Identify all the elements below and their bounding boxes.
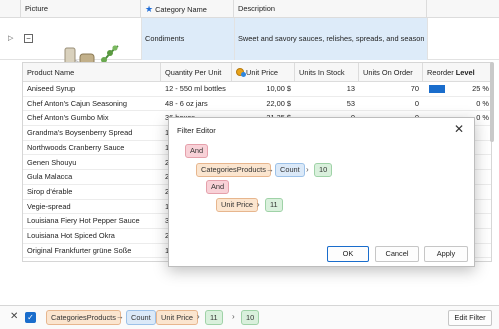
column-header-quantity-per-unit[interactable]: Quantity Per Unit: [161, 63, 232, 82]
column-header-unit-price-label: Unit Price: [246, 68, 279, 77]
value-11[interactable]: 11: [265, 198, 283, 212]
coin-icon: [236, 68, 246, 77]
column-header-description[interactable]: Description: [234, 0, 427, 18]
table-row[interactable]: Aniseed Syrup 12 - 550 ml bottles 10,00 $ 1…: [23, 82, 491, 97]
filter-token-value-10[interactable]: 10: [241, 310, 260, 325]
column-header-unit-price[interactable]: Unit Price: [232, 63, 295, 82]
table-row[interactable]: Chef Anton's Cajun Seasoning 48 - 6 oz ja…: [23, 97, 491, 112]
clear-filter-icon[interactable]: ✕: [10, 312, 18, 322]
column-header-units-in-stock[interactable]: Units In Stock: [295, 63, 359, 82]
master-row[interactable]: ▷ − Condiments Sweet and savory sauces, …: [0, 18, 499, 71]
product-name-cell: Vegie-spread: [27, 201, 71, 211]
product-name-cell: Grandma's Boysenberry Spread: [27, 128, 133, 138]
product-name-cell: Gula Malacca: [27, 172, 73, 182]
product-name-cell: Louisiana Hot Spiced Okra: [27, 231, 115, 240]
column-header-units-on-order[interactable]: Units On Order: [359, 63, 423, 82]
row-divider: [141, 18, 142, 60]
arrow-icon: →: [266, 165, 274, 174]
column-header-product-name[interactable]: Product Name: [23, 63, 161, 82]
value-10[interactable]: 10: [314, 163, 333, 177]
units-in-stock-cell: 13: [346, 84, 355, 93]
units-in-stock-cell: 53: [346, 98, 355, 108]
description-cell: Sweet and savory sauces, relishes, sprea…: [238, 34, 424, 43]
aggregate-count[interactable]: Count: [275, 163, 305, 177]
field-unit-price[interactable]: Unit Price: [216, 198, 259, 212]
master-header: Picture ★ Category Name Description: [0, 0, 499, 18]
row-divider: [234, 18, 235, 60]
chevron-right-icon: ›: [257, 200, 260, 209]
arrow-icon: →: [116, 312, 124, 321]
detail-header: Product Name Quantity Per Unit Unit Pric…: [23, 63, 491, 82]
unit-price-cell: 22,00 $: [266, 98, 291, 108]
filter-editor-dialog: Filter Editor ✕ And CategoriesProducts →…: [168, 117, 475, 267]
column-header-level-label: Level: [455, 68, 475, 77]
apply-button[interactable]: Apply: [424, 246, 468, 262]
filter-token-value-11[interactable]: 11: [205, 310, 223, 325]
column-header-picture[interactable]: Picture: [21, 0, 141, 18]
dialog-title: Filter Editor: [177, 126, 216, 135]
star-icon: ★: [145, 4, 154, 14]
filter-token-categories-products[interactable]: CategoriesProducts: [46, 310, 121, 325]
header-empty-cell: [427, 0, 499, 18]
group-and-root[interactable]: And: [185, 144, 209, 158]
close-icon[interactable]: ✕: [454, 122, 464, 136]
cancel-button[interactable]: Cancel: [375, 246, 419, 262]
filter-enabled-checkbox[interactable]: ✓: [25, 312, 36, 323]
product-name-cell: Chef Anton's Gumbo Mix: [27, 113, 109, 123]
master-grid: Picture ★ Category Name Description ▷ − C…: [0, 0, 499, 329]
filter-token-count[interactable]: Count: [126, 310, 156, 325]
product-name-cell: Sirop d'érable: [27, 186, 73, 196]
row-divider: [427, 18, 428, 60]
unit-price-cell: 10,00 $: [266, 84, 291, 93]
group-and-inner[interactable]: And: [206, 180, 230, 194]
chevron-right-icon: ›: [232, 312, 235, 321]
field-categories-products[interactable]: CategoriesProducts: [196, 163, 271, 177]
reorder-level-text: 25 %: [472, 84, 489, 93]
product-name-cell: Louisiana Fiery Hot Pepper Sauce: [27, 216, 140, 226]
units-on-order-cell: 70: [410, 84, 419, 93]
row-expand-icon[interactable]: ▷: [8, 34, 13, 42]
units-on-order-cell: 0: [414, 98, 419, 108]
quantity-per-unit-cell: 48 - 6 oz jars: [165, 98, 208, 108]
product-name-cell: Northwoods Cranberry Sauce: [27, 142, 125, 152]
detail-scrollbar[interactable]: [490, 62, 494, 142]
category-name-cell: Condiments: [145, 34, 185, 43]
reorder-level-bar: [429, 85, 445, 93]
column-header-category-name-label: Category Name: [155, 5, 207, 14]
product-name-cell: Chef Anton's Cajun Seasoning: [27, 98, 128, 108]
reorder-level-text: 0 %: [476, 98, 489, 108]
quantity-per-unit-cell: 12 - 550 ml bottles: [165, 84, 226, 93]
column-header-reorder-label: Reorder: [427, 68, 454, 77]
filter-panel: ✕ ✓ CategoriesProducts → Count Unit Pric…: [0, 305, 499, 329]
chevron-right-icon: ›: [197, 312, 200, 321]
edit-filter-button[interactable]: Edit Filter: [448, 310, 492, 326]
chevron-right-icon: ›: [306, 165, 309, 174]
product-name-cell: Original Frankfurter grüne Soße: [27, 245, 132, 255]
filter-token-unit-price[interactable]: Unit Price: [156, 310, 199, 325]
column-header-reorder-level[interactable]: Reorder Level: [423, 63, 491, 82]
product-name-cell: Aniseed Syrup: [27, 84, 76, 93]
header-indicator-cell: [0, 0, 21, 18]
column-header-category-name[interactable]: ★ Category Name: [141, 0, 234, 18]
detail-collapse-button[interactable]: −: [24, 34, 33, 43]
product-name-cell: Genen Shouyu: [27, 157, 77, 167]
ok-button[interactable]: OK: [327, 246, 369, 262]
